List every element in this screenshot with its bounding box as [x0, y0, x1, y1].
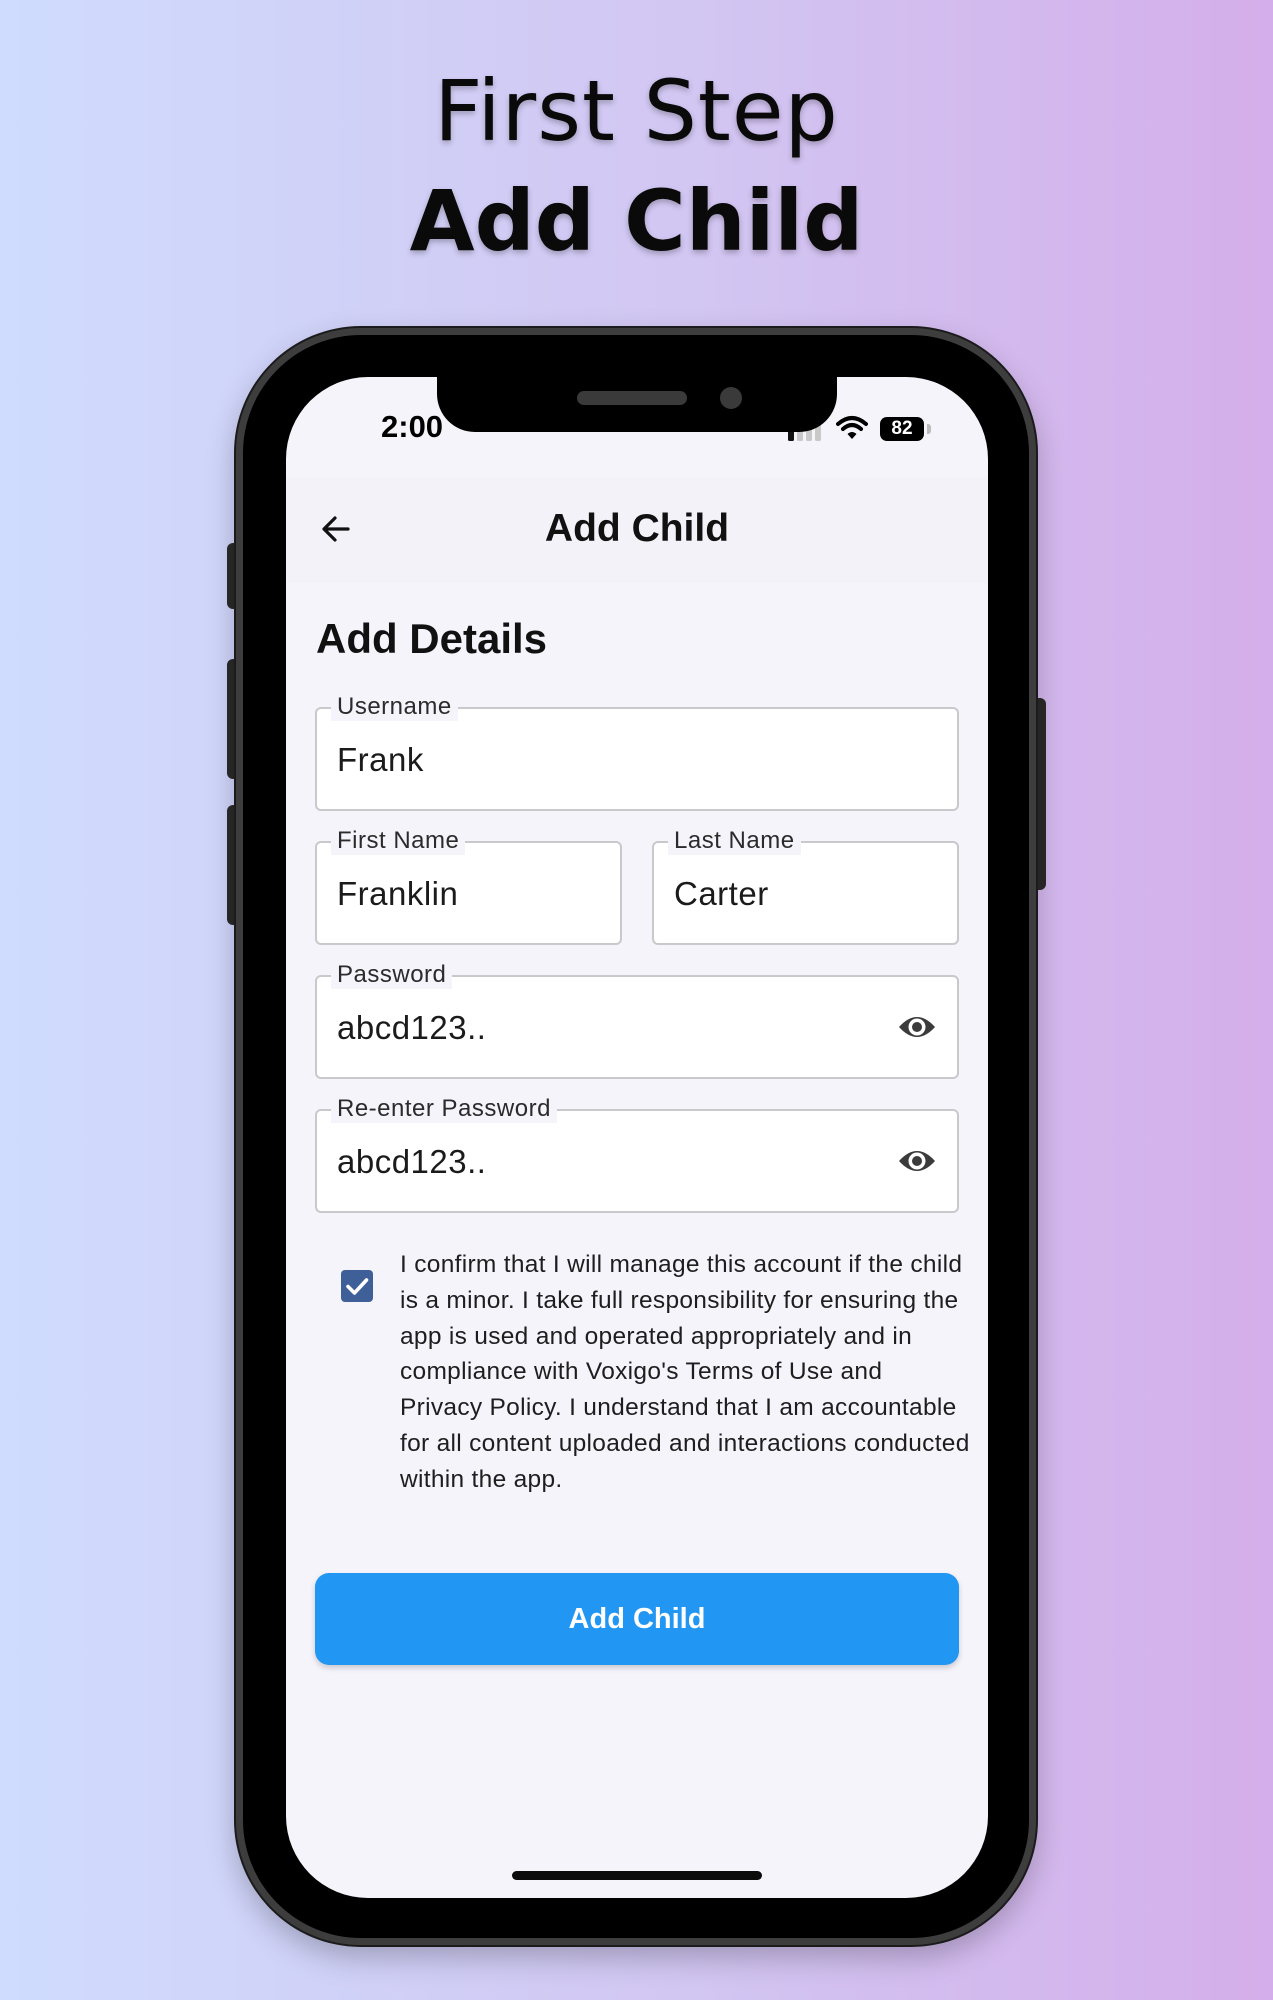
battery-icon: 82	[880, 417, 924, 441]
confirm-password-value: abcd123..	[337, 1143, 487, 1180]
username-label: Username	[331, 693, 458, 721]
password-label: Password	[331, 961, 453, 989]
add-child-button[interactable]: Add Child	[315, 1573, 959, 1665]
page-title: Add Child	[544, 507, 730, 550]
phone-camera	[720, 387, 742, 409]
promo-subheading: Add Child	[409, 172, 864, 270]
first-name-label: First Name	[331, 827, 466, 855]
app-bar: Add Child	[286, 477, 988, 583]
home-indicator	[512, 1871, 762, 1880]
username-value: Frank	[337, 741, 424, 778]
confirm-password-field[interactable]: Re-enter Password abcd123..	[315, 1095, 959, 1213]
battery-tip	[927, 424, 931, 434]
username-field[interactable]: Username Frank	[315, 693, 959, 811]
password-field[interactable]: Password abcd123..	[315, 961, 959, 1079]
phone-screen: 2:00 82 Add Child Add Details Username F…	[286, 377, 988, 1898]
eye-icon[interactable]	[897, 1009, 937, 1045]
first-name-value: Franklin	[337, 875, 459, 912]
password-value: abcd123..	[337, 1009, 487, 1046]
phone-speaker	[577, 391, 687, 405]
checkmark-icon	[346, 1278, 369, 1295]
consent-text: I confirm that I will manage this accoun…	[400, 1251, 970, 1493]
wifi-icon	[836, 416, 868, 439]
consent-checkbox[interactable]	[341, 1270, 373, 1302]
last-name-label: Last Name	[668, 827, 801, 855]
last-name-field[interactable]: Last Name Carter	[652, 827, 959, 945]
section-title: Add Details	[316, 615, 548, 662]
last-name-value: Carter	[674, 875, 769, 912]
eye-icon[interactable]	[897, 1143, 937, 1179]
first-name-field[interactable]: First Name Franklin	[315, 827, 622, 945]
confirm-password-label: Re-enter Password	[331, 1095, 557, 1123]
status-time: 2:00	[381, 409, 444, 444]
promo-heading: First Step	[434, 62, 839, 160]
